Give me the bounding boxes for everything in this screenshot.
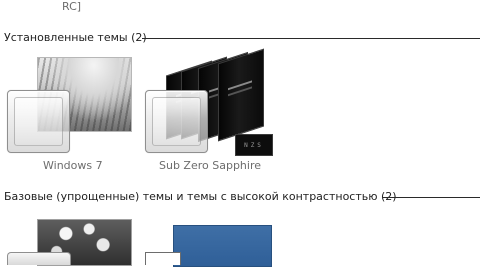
theme-wallpaper-preview: [173, 225, 272, 267]
window-color-preview: [145, 90, 208, 153]
theme-tile-sub-zero-sapphire[interactable]: NZS Sub Zero Sapphire: [138, 48, 278, 175]
theme-tile-basic-1[interactable]: [0, 215, 135, 266]
section-divider-basic: [382, 197, 480, 198]
theme-name-label: Windows 7: [43, 159, 103, 172]
truncated-text-top: RC]: [62, 0, 82, 13]
section-header-installed: Установленные темы (2): [4, 31, 147, 44]
window-color-preview: [145, 252, 181, 265]
theme-tile-windows-7[interactable]: Windows 7: [0, 50, 135, 175]
wallpaper-card: [218, 48, 264, 142]
theme-tile-basic-2[interactable]: [138, 215, 278, 267]
window-color-preview: [7, 252, 71, 265]
theme-name-label: Sub Zero Sapphire: [159, 159, 262, 172]
window-color-preview: [7, 90, 70, 153]
section-header-basic: Базовые (упрощенные) темы и темы с высок…: [4, 190, 397, 203]
section-divider-installed: [142, 38, 480, 39]
sapphire-logo-badge: NZS: [235, 134, 273, 156]
